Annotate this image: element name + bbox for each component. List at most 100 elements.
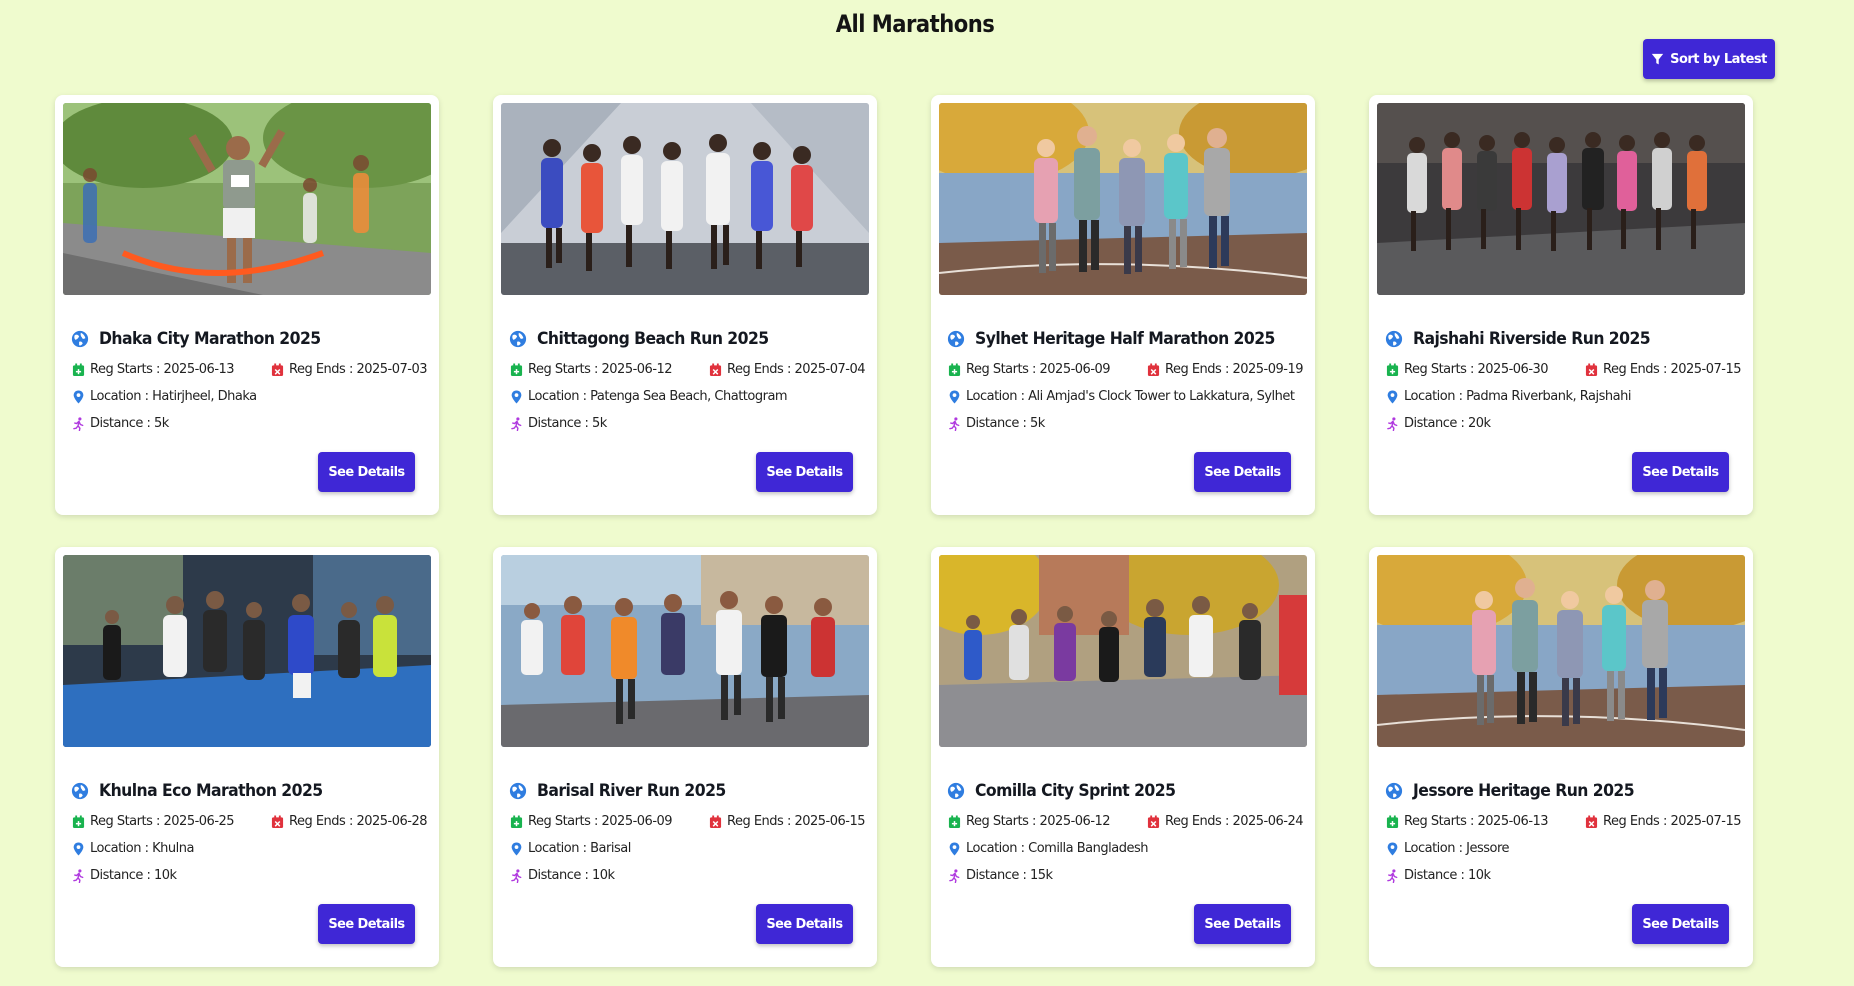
reg-ends: Reg Ends : 2025-07-03 [289,362,428,377]
marathon-card: Barisal River Run 2025 Reg Starts : 2025… [493,547,877,967]
calendar-x-icon [709,363,722,376]
marathon-card: Jessore Heritage Run 2025 Reg Starts : 2… [1369,547,1753,967]
calendar-x-icon [1147,363,1160,376]
see-details-button[interactable]: See Details [1632,904,1729,944]
reg-starts: Reg Starts : 2025-06-13 [1404,814,1549,829]
globe-icon [509,330,527,348]
reg-starts: Reg Starts : 2025-06-09 [528,814,673,829]
marathon-photo [939,555,1307,747]
see-details-button[interactable]: See Details [1632,452,1729,492]
reg-starts: Reg Starts : 2025-06-30 [1404,362,1549,377]
location: Location : Patenga Sea Beach, Chattogram [528,389,788,404]
calendar-plus-icon [510,815,523,828]
marathon-title: Rajshahi Riverside Run 2025 [1413,329,1651,349]
runner-icon [949,868,960,883]
see-details-button[interactable]: See Details [318,452,415,492]
calendar-x-icon [1147,815,1160,828]
marathon-title: Barisal River Run 2025 [537,781,726,801]
marathon-photo [63,555,431,747]
marathon-card: Dhaka City Marathon 2025 Reg Starts : 20… [55,95,439,515]
calendar-plus-icon [72,363,85,376]
distance: Distance : 5k [90,416,169,431]
see-details-button[interactable]: See Details [756,904,853,944]
marathon-card: Chittagong Beach Run 2025 Reg Starts : 2… [493,95,877,515]
runner-icon [511,416,522,431]
calendar-x-icon [1585,363,1598,376]
globe-icon [947,782,965,800]
see-details-button[interactable]: See Details [318,904,415,944]
map-pin-icon [73,842,84,855]
reg-ends: Reg Ends : 2025-06-28 [289,814,428,829]
calendar-plus-icon [72,815,85,828]
reg-ends: Reg Ends : 2025-07-15 [1603,814,1742,829]
marathon-photo [939,103,1307,295]
calendar-plus-icon [948,815,961,828]
sort-button-label: Sort by Latest [1670,51,1767,67]
marathon-photo [501,103,869,295]
calendar-plus-icon [948,363,961,376]
distance: Distance : 10k [528,868,615,883]
map-pin-icon [511,842,522,855]
calendar-x-icon [709,815,722,828]
globe-icon [71,330,89,348]
map-pin-icon [949,390,960,403]
runner-icon [511,868,522,883]
map-pin-icon [949,842,960,855]
distance: Distance : 15k [966,868,1053,883]
runner-icon [949,416,960,431]
marathon-title: Chittagong Beach Run 2025 [537,329,769,349]
location: Location : Comilla Bangladesh [966,841,1148,856]
distance: Distance : 20k [1404,416,1491,431]
location: Location : Ali Amjad's Clock Tower to La… [966,389,1295,404]
see-details-button[interactable]: See Details [756,452,853,492]
reg-starts: Reg Starts : 2025-06-13 [90,362,235,377]
reg-ends: Reg Ends : 2025-06-15 [727,814,866,829]
marathon-card: Rajshahi Riverside Run 2025 Reg Starts :… [1369,95,1753,515]
page-title: All Marathons [835,10,995,38]
runner-icon [1387,416,1398,431]
location: Location : Barisal [528,841,631,856]
map-pin-icon [511,390,522,403]
filter-icon [1651,53,1664,64]
distance: Distance : 5k [528,416,607,431]
marathon-photo [501,555,869,747]
globe-icon [1385,330,1403,348]
distance: Distance : 5k [966,416,1045,431]
marathon-title: Sylhet Heritage Half Marathon 2025 [975,329,1275,349]
sort-button[interactable]: Sort by Latest [1643,39,1775,79]
marathon-title: Khulna Eco Marathon 2025 [99,781,323,801]
marathon-card: Khulna Eco Marathon 2025 Reg Starts : 20… [55,547,439,967]
calendar-plus-icon [1386,815,1399,828]
map-pin-icon [73,390,84,403]
location: Location : Khulna [90,841,194,856]
see-details-button[interactable]: See Details [1194,904,1291,944]
see-details-button[interactable]: See Details [1194,452,1291,492]
globe-icon [71,782,89,800]
calendar-x-icon [271,363,284,376]
reg-starts: Reg Starts : 2025-06-12 [528,362,673,377]
location: Location : Hatirjheel, Dhaka [90,389,257,404]
runner-icon [73,416,84,431]
marathon-photo [63,103,431,295]
marathon-card: Sylhet Heritage Half Marathon 2025 Reg S… [931,95,1315,515]
map-pin-icon [1387,390,1398,403]
globe-icon [947,330,965,348]
reg-ends: Reg Ends : 2025-07-15 [1603,362,1742,377]
location: Location : Padma Riverbank, Rajshahi [1404,389,1631,404]
distance: Distance : 10k [1404,868,1491,883]
marathon-card: Comilla City Sprint 2025 Reg Starts : 20… [931,547,1315,967]
marathon-title: Jessore Heritage Run 2025 [1413,781,1635,801]
reg-starts: Reg Starts : 2025-06-09 [966,362,1111,377]
marathon-grid: Dhaka City Marathon 2025 Reg Starts : 20… [55,95,1753,967]
calendar-x-icon [1585,815,1598,828]
reg-ends: Reg Ends : 2025-09-19 [1165,362,1304,377]
reg-starts: Reg Starts : 2025-06-25 [90,814,235,829]
calendar-x-icon [271,815,284,828]
reg-starts: Reg Starts : 2025-06-12 [966,814,1111,829]
marathon-photo [1377,555,1745,747]
marathon-photo [1377,103,1745,295]
map-pin-icon [1387,842,1398,855]
calendar-plus-icon [1386,363,1399,376]
marathon-title: Comilla City Sprint 2025 [975,781,1176,801]
runner-icon [1387,868,1398,883]
